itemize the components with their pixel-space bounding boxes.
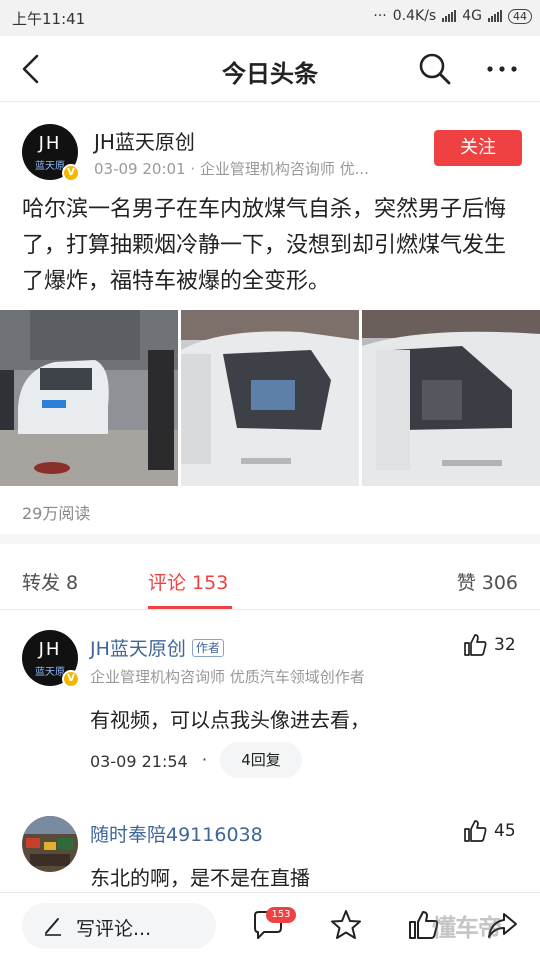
signal-icon-2 — [488, 10, 502, 22]
comment-like-count: 45 — [494, 821, 516, 841]
comment-text: 东北的啊，是不是在直播 — [90, 866, 310, 890]
comment-text: 有视频，可以点我头像进去看， — [90, 708, 370, 732]
tab-like[interactable]: 赞 306 — [457, 568, 518, 595]
comment-like-button[interactable]: 32 — [462, 630, 516, 660]
photo-grid — [0, 310, 540, 486]
thumbs-up-icon — [464, 820, 487, 842]
comment-time: 03-09 21:54 — [90, 752, 188, 771]
author-tag: 作者 — [191, 639, 224, 657]
network-type: 4G — [462, 8, 482, 24]
comment-count-badge: 153 — [266, 907, 296, 923]
comment-like-button[interactable]: 45 — [462, 816, 516, 846]
post-photo[interactable] — [362, 310, 540, 486]
status-bar: 上午11:41 ··· 0.4K/s 4G 44 — [0, 0, 540, 36]
write-comment-placeholder: 写评论... — [76, 918, 152, 940]
section-divider — [0, 534, 540, 544]
page-title: 今日头条 — [222, 60, 318, 88]
battery-icon: 44 — [508, 8, 532, 24]
comment-author-name[interactable]: JH蓝天原创 — [90, 638, 186, 660]
avatar-initials: JH — [38, 133, 62, 154]
more-icon[interactable] — [484, 52, 520, 86]
meta-separator: · — [202, 750, 208, 769]
follow-button[interactable]: 关注 — [434, 130, 522, 166]
thumbs-up-icon — [464, 634, 487, 656]
comment-author-name[interactable]: 随时奉陪49116038 — [90, 820, 263, 847]
status-dots: ··· — [373, 8, 387, 24]
read-count: 29万阅读 — [22, 504, 91, 523]
comment-item: 随时奉陪49116038 45 东北的啊，是不是在直播 — [0, 816, 540, 892]
status-time: 上午11:41 — [12, 10, 86, 28]
comment-author-subtitle: 企业管理机构咨询师 优质汽车领域创作者 — [90, 668, 365, 686]
comment-item: JH 蓝天原 V JH蓝天原创 作者 32 企业管理机构咨询师 优质汽车领域创作者… — [0, 630, 540, 780]
signal-icon — [442, 10, 457, 22]
author-name[interactable]: JH蓝天原创 — [94, 126, 195, 155]
star-icon[interactable] — [328, 907, 364, 943]
verified-badge-icon: V — [62, 670, 80, 688]
watermark: 懂车帝 — [432, 914, 502, 942]
post-meta: 03-09 20:01 · 企业管理机构咨询师 优... — [94, 160, 369, 178]
write-comment-input[interactable]: 写评论... — [22, 903, 216, 949]
post-author: JH 蓝天原 V JH蓝天原创 03-09 20:01 · 企业管理机构咨询师 … — [22, 124, 522, 184]
comment-author[interactable]: JH蓝天原创 作者 — [90, 634, 224, 661]
status-right: ··· 0.4K/s 4G 44 — [373, 8, 532, 24]
avatar[interactable] — [22, 816, 78, 872]
pen-icon — [45, 918, 61, 936]
reply-count-button[interactable]: 4回复 — [220, 742, 302, 778]
post-photo[interactable] — [181, 310, 359, 486]
search-icon[interactable] — [418, 52, 452, 86]
post-photo[interactable] — [0, 310, 178, 486]
active-tab-indicator — [148, 606, 232, 609]
net-speed: 0.4K/s — [392, 8, 437, 24]
post-text: 哈尔滨一名男子在车内放煤气自杀，突然男子后悔了，打算抽颗烟冷静一下，没想到却引燃… — [22, 197, 507, 294]
avatar-initials: JH — [38, 639, 62, 660]
verified-badge-icon: V — [62, 164, 80, 182]
tab-forward[interactable]: 转发 8 — [22, 568, 78, 595]
comment-like-count: 32 — [494, 635, 516, 655]
interaction-tabs: 转发 8 评论 153 赞 306 — [0, 544, 540, 610]
nav-bar: 今日头条 — [0, 36, 540, 102]
